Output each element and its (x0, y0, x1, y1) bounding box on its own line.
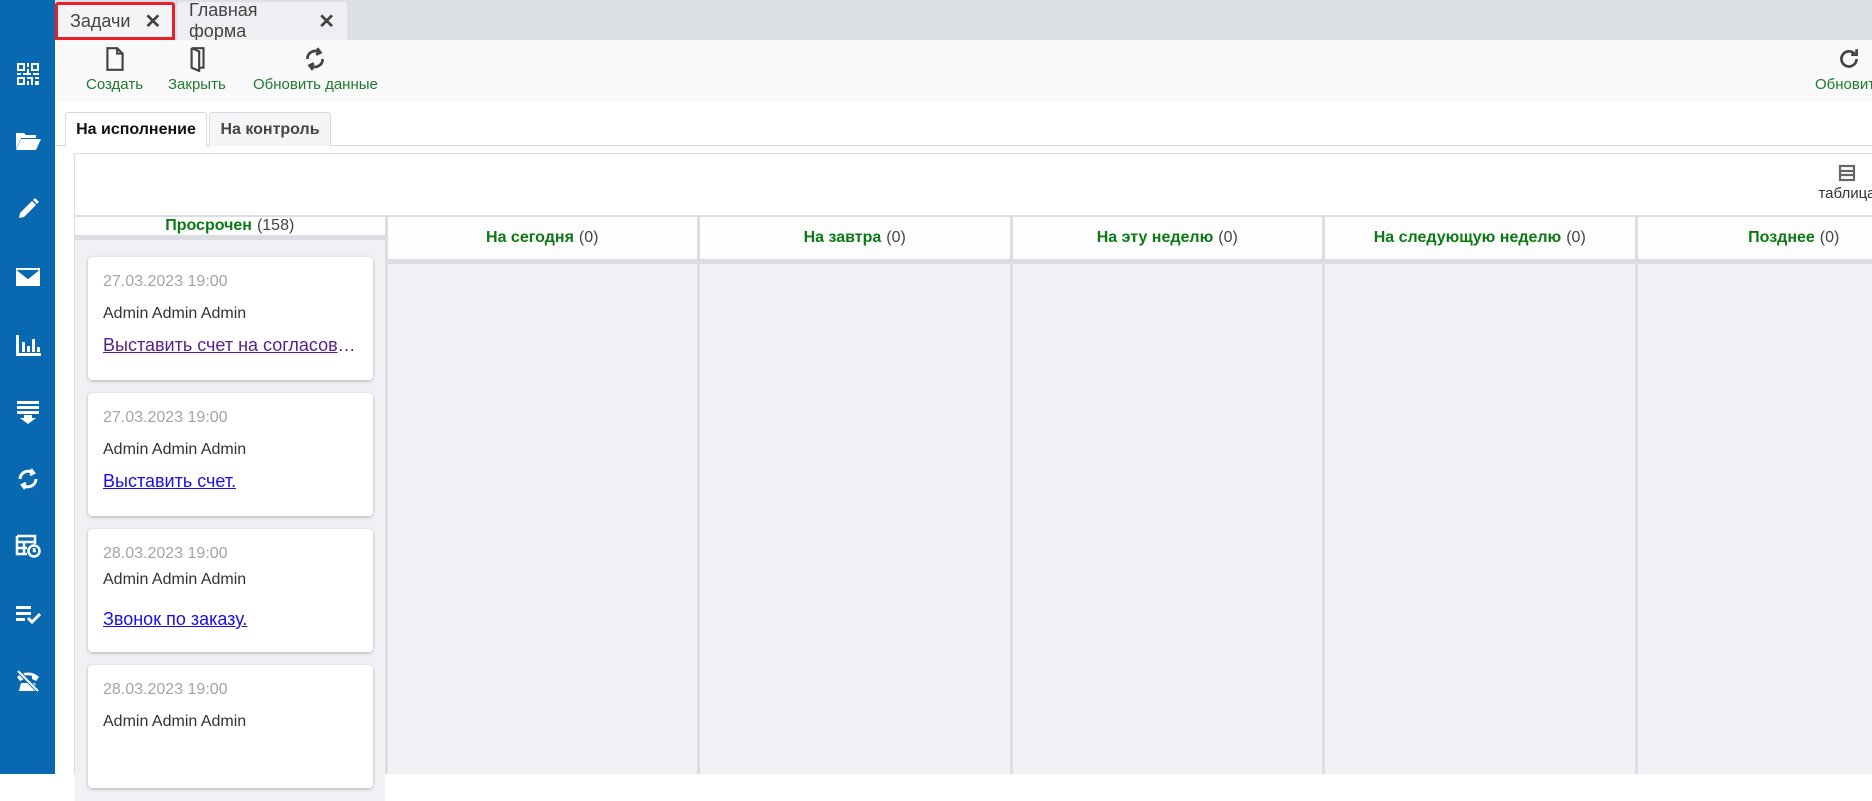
task-link[interactable]: Выставить счет на согласование (103, 335, 358, 356)
tab-in-progress[interactable]: На исполнение (65, 112, 207, 147)
refresh-data-button[interactable]: Обновить данные (253, 46, 378, 93)
document-tab-bar: Задачи ✕ Главная форма ✕ (55, 0, 1872, 40)
column-body (1638, 264, 1872, 774)
pencil-icon[interactable] (0, 192, 55, 226)
column-header: Просрочен(158) (75, 217, 385, 240)
new-document-icon (102, 46, 128, 72)
sync-icon (302, 46, 328, 72)
tab-label: Главная форма (189, 0, 304, 42)
column-tomorrow: На завтра(0) (700, 217, 1013, 774)
task-card[interactable]: 27.03.2023 19:00 Admin Admin Admin Выста… (88, 257, 373, 380)
calendar-table-icon[interactable] (0, 529, 55, 563)
task-date: 28.03.2023 19:00 (103, 545, 358, 563)
toolbar: Создать Закрыть Обновить данные Обновить (55, 40, 1872, 102)
view-tabs: На исполнение На контроль (55, 112, 1872, 146)
sidebar (0, 0, 55, 774)
column-later: Позднее(0) (1638, 217, 1872, 774)
envelope-icon[interactable] (0, 260, 55, 294)
task-link[interactable]: Выставить счет. (103, 471, 358, 492)
door-icon (184, 46, 210, 72)
column-header: На завтра(0) (700, 217, 1010, 264)
tab-label: Задачи (70, 11, 130, 32)
tab-tasks[interactable]: Задачи ✕ (55, 2, 175, 40)
folder-open-icon[interactable] (0, 124, 55, 158)
task-date: 27.03.2023 19:00 (103, 273, 358, 291)
column-body (700, 264, 1010, 774)
task-author: Admin Admin Admin (103, 713, 358, 731)
task-author: Admin Admin Admin (103, 305, 358, 323)
refresh-button[interactable]: Обновить (1815, 46, 1872, 93)
bar-chart-icon[interactable] (0, 328, 55, 362)
board-toolbar: таблица (75, 154, 1872, 217)
qr-code-icon[interactable] (0, 57, 55, 91)
task-author: Admin Admin Admin (103, 571, 358, 589)
task-card[interactable]: 28.03.2023 19:00 Admin Admin Admin Звоно… (88, 529, 373, 652)
column-body (1013, 264, 1323, 774)
task-card[interactable]: 27.03.2023 19:00 Admin Admin Admin Выста… (88, 393, 373, 516)
task-date: 28.03.2023 19:00 (103, 681, 358, 699)
create-button[interactable]: Создать (86, 46, 143, 93)
task-card[interactable]: 28.03.2023 19:00 Admin Admin Admin (88, 665, 373, 788)
tab-main-form[interactable]: Главная форма ✕ (177, 2, 347, 40)
close-button[interactable]: Закрыть (168, 46, 226, 93)
column-next-week: На следующую неделю(0) (1325, 217, 1638, 774)
table-view-button[interactable]: таблица (1822, 164, 1872, 202)
task-date: 27.03.2023 19:00 (103, 409, 358, 427)
sync-icon[interactable] (0, 462, 55, 496)
kanban-board: таблица Просрочен(158) 27.03.2023 19:00 … (74, 153, 1872, 774)
tab-control[interactable]: На контроль (209, 112, 331, 146)
kanban-columns: Просрочен(158) 27.03.2023 19:00 Admin Ad… (75, 217, 1872, 774)
task-author: Admin Admin Admin (103, 441, 358, 459)
column-body (1325, 264, 1635, 774)
close-icon[interactable]: ✕ (144, 9, 161, 34)
phone-disabled-icon[interactable] (0, 664, 55, 698)
column-header: На эту неделю(0) (1013, 217, 1323, 264)
column-this-week: На эту неделю(0) (1013, 217, 1326, 774)
column-header: На сегодня(0) (388, 217, 698, 264)
checklist-icon[interactable] (0, 597, 55, 631)
column-today: На сегодня(0) (388, 217, 701, 774)
column-body: 27.03.2023 19:00 Admin Admin Admin Выста… (75, 240, 385, 801)
task-link[interactable]: Звонок по заказу. (103, 609, 358, 630)
import-list-icon[interactable] (0, 395, 55, 429)
table-icon (1838, 164, 1856, 182)
column-body (388, 264, 698, 774)
column-header: Позднее(0) (1638, 217, 1872, 264)
refresh-icon (1836, 46, 1862, 72)
column-header: На следующую неделю(0) (1325, 217, 1635, 264)
close-icon[interactable]: ✕ (318, 9, 335, 34)
column-overdue: Просрочен(158) 27.03.2023 19:00 Admin Ad… (75, 217, 388, 774)
